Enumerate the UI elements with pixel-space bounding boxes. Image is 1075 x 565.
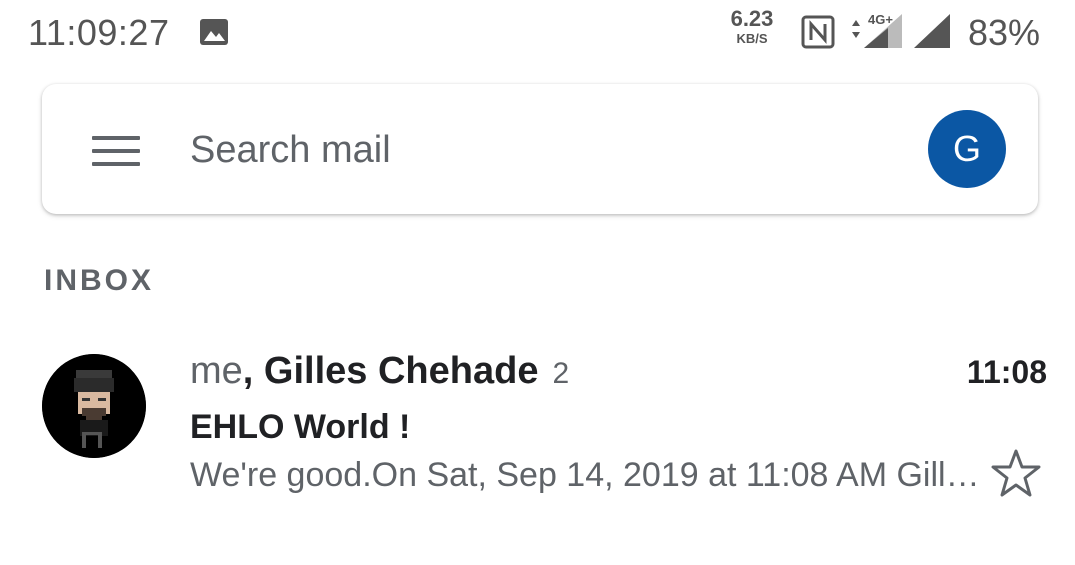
email-subject: EHLO World ! [190, 408, 411, 446]
nfc-icon [801, 15, 835, 49]
email-time: 11:08 [966, 354, 1047, 390]
status-time: 11:09:27 [28, 12, 170, 53]
section-label: INBOX [44, 264, 155, 297]
signal-icon [914, 14, 950, 48]
email-senders: me, Gilles Chehade 2 [190, 350, 569, 393]
email-row[interactable]: me, Gilles Chehade 2 11:08 EHLO World ! W… [0, 330, 1075, 520]
sender-avatar[interactable] [42, 354, 146, 458]
search-input[interactable] [190, 124, 890, 176]
email-snippet: We're good.On Sat, Sep 14, 2019 at 11:08… [190, 456, 980, 494]
sender-separator: , [242, 350, 264, 392]
hamburger-menu-icon[interactable] [92, 136, 140, 166]
star-icon[interactable] [990, 448, 1042, 498]
sender-me: me [190, 350, 243, 392]
account-avatar[interactable]: G [928, 110, 1006, 188]
network-type: 4G+ [868, 12, 893, 27]
sender-name: Gilles Chehade [263, 350, 539, 392]
thread-count: 2 [552, 357, 570, 390]
battery-level: 83% [968, 12, 1041, 53]
image-icon [200, 19, 228, 45]
status-bar: 11:09:27 6.23 KB/S 4G+ 83% [0, 0, 1075, 68]
network-speed: 6.23 KB/S [730, 6, 774, 46]
search-bar: G [42, 84, 1038, 214]
